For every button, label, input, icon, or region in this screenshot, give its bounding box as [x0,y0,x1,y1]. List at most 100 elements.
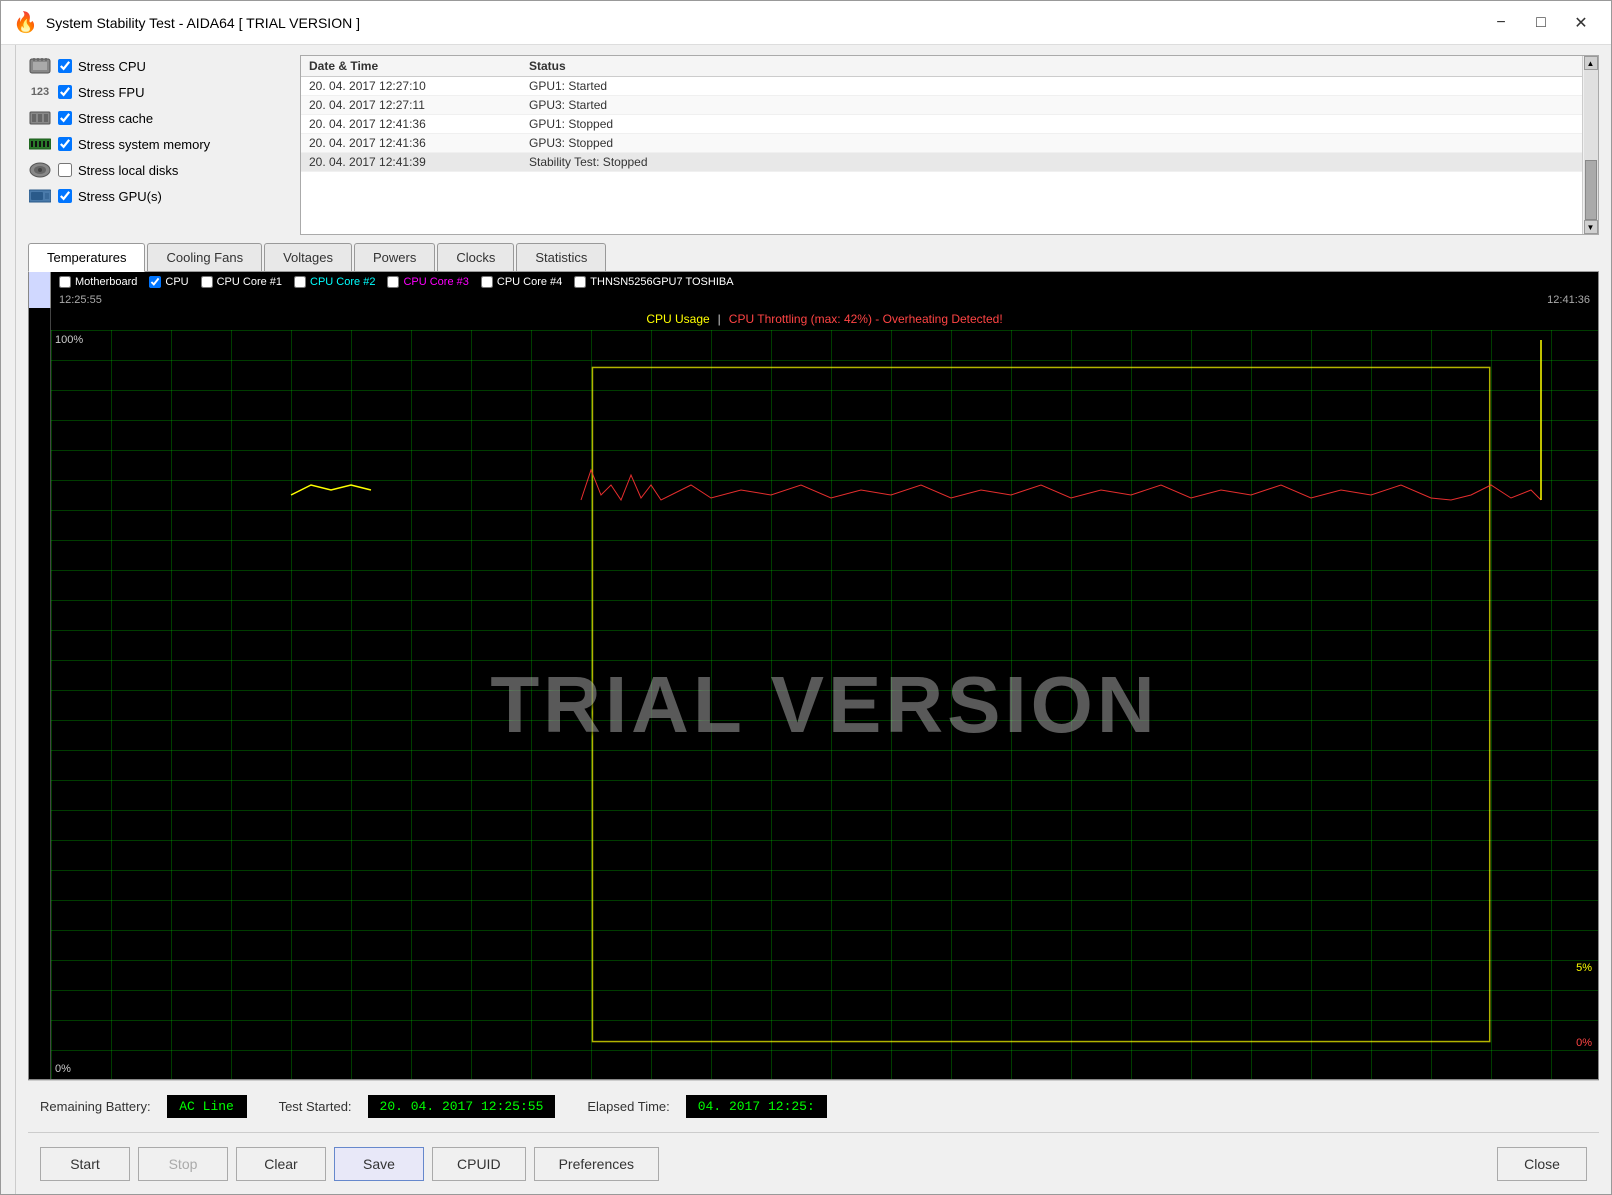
tab-clocks[interactable]: Clocks [437,243,514,271]
tab-statistics[interactable]: Statistics [516,243,606,271]
log-status-3: GPU3: Stopped [529,136,613,150]
bottom-chart-row: CPU Usage | CPU Throttling (max: 42%) - … [29,308,1598,1079]
battery-value: AC Line [167,1095,247,1118]
log-datetime-3: 20. 04. 2017 12:41:36 [309,136,529,150]
top-chart-row: Motherboard CPU CPU Core #1 [29,272,1598,308]
title-bar-left: 🔥 System Stability Test - AIDA64 [ TRIAL… [13,10,360,35]
tab-cooling-fans[interactable]: Cooling Fans [147,243,262,271]
scroll-track[interactable] [1584,70,1598,220]
legend-motherboard: Motherboard [59,276,137,288]
log-body[interactable]: 20. 04. 2017 12:27:10 GPU1: Started 20. … [301,77,1582,234]
test-started-value: 20. 04. 2017 12:25:55 [368,1095,556,1118]
legend-core4-label: CPU Core #4 [497,276,562,288]
tab-voltages[interactable]: Voltages [264,243,352,271]
usage-right-label: 5% [1576,962,1592,974]
bottom-left-buttons: Start Stop Clear Save CPUID Preferences [40,1147,659,1181]
elapsed-value: 04. 2017 12:25: [686,1095,827,1118]
log-datetime-4: 20. 04. 2017 12:41:39 [309,155,529,169]
tab-temperatures[interactable]: Temperatures [28,243,145,272]
chart-title-sep: | [718,312,721,326]
tab-powers[interactable]: Powers [354,243,435,271]
temp-x-axis: 12:25:55 12:41:36 [51,292,1598,308]
maximize-button[interactable]: □ [1523,9,1559,37]
start-button[interactable]: Start [40,1147,130,1181]
ram-icon [28,135,52,153]
stress-fpu-label: Stress FPU [78,85,144,100]
main-window: 🔥 System Stability Test - AIDA64 [ TRIAL… [0,0,1612,1195]
cache-icon [28,109,52,127]
log-row: 20. 04. 2017 12:41:36 GPU1: Stopped [301,115,1582,134]
legend-toshiba: THNSN5256GPU7 TOSHIBA [574,276,733,288]
stress-disks-checkbox[interactable] [58,163,72,177]
stress-memory-checkbox[interactable] [58,137,72,151]
preferences-button[interactable]: Preferences [534,1147,659,1181]
minimize-button[interactable]: − [1483,9,1519,37]
tabs-bar: Temperatures Cooling Fans Voltages Power… [28,243,1599,272]
main-content-panel: Stress CPU 123 Stress FPU Stress cache [16,45,1611,1194]
stress-cpu-checkbox[interactable] [58,59,72,73]
cpu-usage-chart-area: 100% 0% [51,330,1598,1079]
legend-core1-label: CPU Core #1 [217,276,282,288]
legend-motherboard-label: Motherboard [75,276,137,288]
legend-core1-checkbox[interactable] [201,276,213,288]
stop-button[interactable]: Stop [138,1147,228,1181]
status-bar: Remaining Battery: AC Line Test Started:… [28,1080,1599,1132]
cpuid-button[interactable]: CPUID [432,1147,526,1181]
cpu-usage-chart: CPU Usage | CPU Throttling (max: 42%) - … [51,308,1598,1079]
window-title: System Stability Test - AIDA64 [ TRIAL V… [46,15,360,31]
test-started-label: Test Started: [279,1099,352,1114]
stress-memory-item: Stress system memory [28,133,288,155]
log-row: 20. 04. 2017 12:41:39 Stability Test: St… [301,153,1582,172]
legend-cpu-checkbox[interactable] [149,276,161,288]
stress-cache-item: Stress cache [28,107,288,129]
log-status-4: Stability Test: Stopped [529,155,648,169]
legend-motherboard-checkbox[interactable] [59,276,71,288]
chart-scroll-indicator [29,272,51,308]
stress-memory-label: Stress system memory [78,137,210,152]
log-status-0: GPU1: Started [529,79,607,93]
close-window-button[interactable]: ✕ [1563,9,1599,37]
log-row: 20. 04. 2017 12:27:11 GPU3: Started [301,96,1582,115]
legend-cpu: CPU [149,276,188,288]
log-content: Date & Time Status 20. 04. 2017 12:27:10… [301,56,1582,234]
legend-core3-checkbox[interactable] [387,276,399,288]
stress-cpu-item: Stress CPU [28,55,288,77]
stress-fpu-item: 123 Stress FPU [28,81,288,103]
legend-core3: CPU Core #3 [387,276,468,288]
legend-core2: CPU Core #2 [294,276,375,288]
log-datetime-0: 20. 04. 2017 12:27:10 [309,79,529,93]
stress-options-panel: Stress CPU 123 Stress FPU Stress cache [28,55,288,235]
scroll-down-arrow[interactable]: ▼ [1584,220,1598,234]
scroll-up-arrow[interactable]: ▲ [1584,56,1598,70]
log-panel: Date & Time Status 20. 04. 2017 12:27:10… [300,55,1599,235]
legend-core3-label: CPU Core #3 [403,276,468,288]
app-icon: 🔥 [13,10,38,35]
elapsed-label: Elapsed Time: [587,1099,669,1114]
clear-button[interactable]: Clear [236,1147,326,1181]
legend-core4-checkbox[interactable] [481,276,493,288]
stress-disks-item: Stress local disks [28,159,288,181]
log-header-row: Date & Time Status [301,56,1582,77]
legend-core2-checkbox[interactable] [294,276,306,288]
stress-gpu-label: Stress GPU(s) [78,189,162,204]
legend-core2-label: CPU Core #2 [310,276,375,288]
stress-cache-checkbox[interactable] [58,111,72,125]
cpu-icon [28,57,52,75]
close-button[interactable]: Close [1497,1147,1587,1181]
save-button[interactable]: Save [334,1147,424,1181]
stress-gpu-item: Stress GPU(s) [28,185,288,207]
stress-fpu-checkbox[interactable] [58,85,72,99]
throttle-right-label: 0% [1576,1037,1592,1049]
temp-x-left: 12:25:55 [59,294,102,306]
stress-gpu-checkbox[interactable] [58,189,72,203]
log-scrollbar[interactable]: ▲ ▼ [1582,56,1598,234]
log-datetime-1: 20. 04. 2017 12:27:11 [309,98,529,112]
stress-disks-label: Stress local disks [78,163,178,178]
top-section: Stress CPU 123 Stress FPU Stress cache [28,55,1599,235]
scroll-thumb[interactable] [1585,160,1597,220]
fpu-icon: 123 [28,83,52,101]
cpu-chart-title: CPU Usage | CPU Throttling (max: 42%) - … [51,308,1598,330]
charts-section: Motherboard CPU CPU Core #1 [28,272,1599,1080]
legend-toshiba-checkbox[interactable] [574,276,586,288]
temp-x-right: 12:41:36 [1547,294,1590,306]
